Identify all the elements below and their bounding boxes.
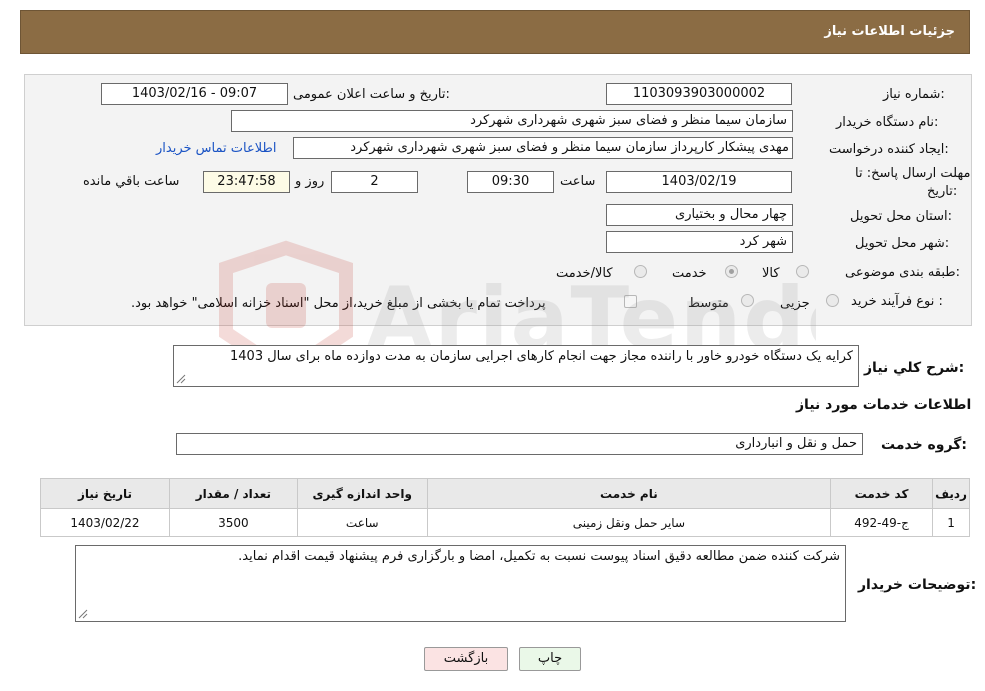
deadline-label-date: تاریخ: — [927, 184, 958, 199]
category-goods-label: کالا — [762, 266, 780, 281]
purchase-medium-radio[interactable] — [741, 294, 754, 307]
resize-grip-icon[interactable] — [78, 609, 88, 619]
remaining-label: ساعت باقي مانده — [83, 174, 180, 189]
col-header-unit: واحد اندازه گیری — [296, 478, 428, 509]
cell-row-number: 1 — [932, 508, 970, 537]
cell-service-code: ج-49-492 — [830, 508, 934, 537]
buyer-notes-label: توضیحات خریدار: — [858, 577, 977, 593]
category-service-label: خدمت — [672, 266, 707, 281]
back-button[interactable]: بازگشت — [424, 647, 508, 671]
announce-datetime-field: 1403/02/16 - 09:07 — [101, 83, 288, 105]
treasury-payment-note: پرداخت تمام یا بخشی از مبلغ خرید،از محل … — [131, 296, 546, 311]
col-header-service-name: نام خدمت — [426, 478, 832, 509]
deadline-time-label: ساعت — [560, 174, 596, 189]
table-header-row: ردیف کد خدمت نام خدمت واحد اندازه گیری ت… — [40, 478, 970, 509]
deadline-date-field: 1403/02/19 — [606, 171, 792, 193]
summary-label: شرح کلي نياز: — [864, 360, 965, 376]
buyer-contact-link[interactable]: اطلاعات تماس خریدار — [156, 141, 276, 156]
announce-label: تاریخ و ساعت اعلان عمومی: — [293, 87, 450, 102]
col-header-quantity: تعداد / مقدار — [168, 478, 298, 509]
remaining-time-field: 23:47:58 — [203, 171, 290, 193]
purchase-medium-label: متوسط — [688, 296, 729, 311]
buyer-notes-text: شرکت کننده ضمن مطالعه دقیق اسناد پیوست ن… — [238, 549, 840, 564]
category-goods-radio[interactable] — [796, 265, 809, 278]
days-label: روز و — [295, 174, 325, 189]
service-group-label: گروه خدمت: — [881, 437, 967, 453]
need-number-field: 1103093903000002 — [606, 83, 792, 105]
category-goods-service-radio[interactable] — [634, 265, 647, 278]
cell-unit: ساعت — [296, 508, 428, 537]
summary-text: کرایه یک دستگاه خودرو خاور با راننده مجا… — [230, 349, 853, 364]
treasury-payment-checkbox[interactable] — [624, 295, 637, 308]
col-header-need-date: تاریخ نیاز — [40, 478, 170, 509]
purchase-minor-radio[interactable] — [826, 294, 839, 307]
need-number-label: شماره نیاز: — [883, 87, 945, 102]
category-goods-service-label: کالا/خدمت — [556, 266, 613, 281]
col-header-service-code: کد خدمت — [830, 478, 934, 509]
deadline-time-field: 09:30 — [467, 171, 554, 193]
creator-field: مهدی پیشکار کارپرداز سازمان سیما منظر و … — [293, 137, 793, 159]
print-button[interactable]: چاپ — [519, 647, 581, 671]
cell-quantity: 3500 — [168, 508, 298, 537]
resize-grip-icon[interactable] — [176, 374, 186, 384]
city-field: شهر کرد — [606, 231, 793, 253]
category-label: طبقه بندی موضوعی: — [845, 265, 961, 280]
buyer-field: سازمان سیما منظر و فضای سبز شهری شهرداری… — [231, 110, 793, 132]
page-title: جزئیات اطلاعات نیاز — [824, 24, 955, 39]
buyer-label: نام دستگاه خریدار: — [836, 115, 939, 130]
col-header-row-number: ردیف — [932, 478, 970, 509]
summary-textarea: کرایه یک دستگاه خودرو خاور با راننده مجا… — [173, 345, 859, 387]
province-field: چهار محال و بختیاری — [606, 204, 793, 226]
creator-label: ایجاد کننده درخواست: — [829, 142, 949, 157]
page-header: جزئیات اطلاعات نیاز — [20, 10, 970, 54]
purchase-type-label: نوع فرآیند خرید : — [851, 294, 943, 309]
table-row: 1 ج-49-492 سایر حمل ونقل زمینی ساعت 3500… — [40, 508, 970, 537]
province-label: استان محل تحویل: — [850, 209, 952, 224]
deadline-label: مهلت ارسال پاسخ: تا — [855, 166, 971, 181]
service-group-field: حمل و نقل و انبارداری — [176, 433, 863, 455]
buyer-notes-textarea: شرکت کننده ضمن مطالعه دقیق اسناد پیوست ن… — [75, 545, 846, 622]
purchase-minor-label: جزیی — [780, 296, 810, 311]
remaining-days-field: 2 — [331, 171, 418, 193]
services-table: ردیف کد خدمت نام خدمت واحد اندازه گیری ت… — [40, 478, 970, 537]
city-label: شهر محل تحویل: — [855, 236, 950, 251]
category-service-radio[interactable] — [725, 265, 738, 278]
cell-service-name: سایر حمل ونقل زمینی — [426, 508, 832, 537]
services-section-title: اطلاعات خدمات مورد نیاز — [796, 397, 972, 413]
cell-need-date: 1403/02/22 — [40, 508, 170, 537]
